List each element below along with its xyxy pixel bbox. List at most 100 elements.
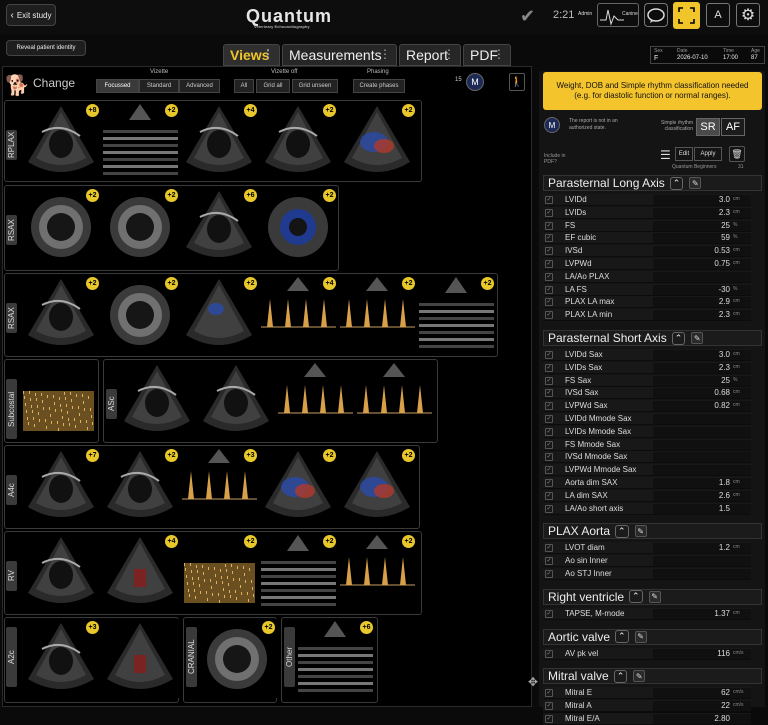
view-thumbnail[interactable]: +2: [101, 102, 180, 181]
vizette-standard[interactable]: Standard: [139, 79, 179, 93]
include-checkbox[interactable]: ✓: [545, 544, 553, 553]
view-thumbnail[interactable]: +2: [198, 619, 277, 698]
include-checkbox[interactable]: ✓: [545, 609, 553, 618]
tab-report[interactable]: Report ⋮: [399, 44, 461, 66]
measurement-row[interactable]: ✓ LVPWd Sax 0.82 cm: [543, 400, 751, 413]
measurement-row[interactable]: ✓ LVIDd 3.0 cm: [543, 194, 751, 206]
measurement-row[interactable]: ✓ LA FS -30%: [543, 283, 751, 296]
include-checkbox[interactable]: ✓: [545, 715, 553, 723]
measurement-row[interactable]: ✓ AV pk vel 116 cm/s: [543, 647, 751, 660]
tab-menu-icon[interactable]: ⋮: [379, 47, 391, 61]
view-thumbnail[interactable]: +2: [259, 102, 338, 181]
vizette-advanced[interactable]: Advanced: [179, 79, 220, 93]
measurement-row[interactable]: ✓ PLAX LA min 2.3 cm: [543, 309, 751, 322]
edit-pencil-icon[interactable]: ✎: [634, 630, 647, 643]
include-checkbox[interactable]: ✓: [545, 415, 553, 423]
tab-menu-icon[interactable]: ⋮: [443, 47, 455, 61]
measurement-row[interactable]: ✓ TAPSE, M-mode 1.37 cm: [543, 607, 751, 620]
species-toggle[interactable]: Canine: [597, 3, 639, 27]
tab-views[interactable]: Views ⋮: [223, 44, 280, 66]
translate-icon[interactable]: A: [706, 3, 730, 27]
edit-pencil-icon[interactable]: ✎: [634, 525, 647, 538]
view-thumbnail[interactable]: +4: [101, 533, 180, 612]
measurement-row[interactable]: ✓ LA dim SAX 2.6 cm: [543, 489, 751, 502]
include-checkbox[interactable]: ✓: [545, 466, 553, 475]
include-checkbox[interactable]: ✓: [545, 427, 553, 436]
view-thumbnail[interactable]: +7: [22, 447, 101, 526]
measurement-row[interactable]: ✓ Ao sin Inner: [543, 555, 751, 568]
section-header[interactable]: Aortic valve ⌃ ✎: [543, 628, 762, 645]
measurement-row[interactable]: ✓ LVOT diam 1.2 cm: [543, 542, 751, 555]
view-thumbnail[interactable]: +3: [180, 447, 259, 526]
include-checkbox[interactable]: ✓: [545, 298, 553, 307]
measurement-row[interactable]: ✓ Mitral A 22 cm/s: [543, 700, 751, 713]
settings-gear-icon[interactable]: ⚙: [736, 3, 760, 27]
view-thumbnail[interactable]: +2: [338, 275, 417, 354]
view-thumbnail[interactable]: +2: [101, 275, 180, 354]
include-checkbox[interactable]: ✓: [545, 311, 553, 320]
include-checkbox[interactable]: ✓: [545, 260, 553, 268]
include-checkbox[interactable]: ✓: [545, 491, 553, 500]
view-thumbnail[interactable]: +2: [180, 275, 259, 354]
change-species-label[interactable]: Change: [33, 76, 75, 90]
include-checkbox[interactable]: ✓: [545, 272, 553, 281]
section-header[interactable]: Parasternal Short Axis ⌃ ✎: [543, 330, 762, 346]
measurement-row[interactable]: ✓ Mitral E/A 2.80: [543, 713, 751, 725]
include-checkbox[interactable]: ✓: [545, 504, 553, 513]
trash-icon[interactable]: 🗑: [729, 146, 745, 162]
exit-study-button[interactable]: ‹ Exit study: [6, 4, 56, 26]
view-thumbnail[interactable]: +2: [417, 275, 496, 354]
include-checkbox[interactable]: ✓: [545, 702, 553, 711]
create-phases-button[interactable]: Create phases: [353, 79, 405, 93]
measurement-row[interactable]: ✓ IVSd Mmode Sax: [543, 451, 751, 464]
include-checkbox[interactable]: ✓: [545, 557, 553, 566]
edit-pencil-icon[interactable]: ✎: [689, 177, 702, 189]
include-checkbox[interactable]: ✓: [545, 221, 553, 230]
chevron-icon[interactable]: ⌃: [615, 524, 629, 538]
checkmark-icon[interactable]: ✔: [520, 6, 535, 27]
view-thumbnail[interactable]: +2: [22, 187, 101, 266]
include-checkbox[interactable]: ✓: [545, 440, 553, 449]
view-thumbnail[interactable]: [22, 533, 101, 612]
show-all-button[interactable]: All: [234, 79, 254, 93]
measurement-row[interactable]: ✓ IVSd 0.53 cm: [543, 245, 751, 258]
measurement-row[interactable]: ✓ LVPWd Mmode Sax: [543, 464, 751, 477]
view-thumbnail[interactable]: +2: [259, 447, 338, 526]
include-checkbox[interactable]: ✓: [545, 196, 553, 204]
view-thumbnail[interactable]: +2: [22, 275, 101, 354]
include-checkbox[interactable]: ✓: [545, 234, 553, 243]
include-checkbox[interactable]: ✓: [545, 285, 553, 294]
chat-button[interactable]: [644, 3, 668, 27]
view-thumbnail[interactable]: +6: [180, 187, 259, 266]
view-thumbnail[interactable]: +3: [22, 619, 101, 698]
edit-button[interactable]: Edit: [675, 147, 693, 161]
measurement-row[interactable]: ✓ LVPWd 0.75 cm: [543, 258, 751, 270]
dog-icon[interactable]: 🐕: [5, 73, 30, 98]
view-thumbnail[interactable]: +2: [338, 447, 417, 526]
filter-icon[interactable]: ☰: [660, 148, 671, 162]
view-thumbnail[interactable]: +2: [180, 533, 259, 612]
measurement-row[interactable]: ✓ EF cubic 59%: [543, 232, 751, 245]
edit-pencil-icon[interactable]: ✎: [691, 332, 704, 344]
grid-all-button[interactable]: Grid all: [256, 79, 290, 93]
include-checkbox[interactable]: ✓: [545, 570, 553, 578]
measurement-row[interactable]: ✓ Mitral E 62 cm/s: [543, 687, 751, 700]
view-thumbnail[interactable]: [101, 619, 180, 698]
measurement-row[interactable]: ✓ FS Sax 25%: [543, 374, 751, 387]
chevron-icon[interactable]: ⌃: [671, 331, 686, 345]
include-checkbox[interactable]: ✓: [545, 689, 553, 698]
view-thumbnail[interactable]: +2: [338, 102, 417, 181]
measurement-row[interactable]: ✓ LVIDd Sax 3.0 cm: [543, 349, 751, 361]
measurement-row[interactable]: ✓ PLAX LA max 2.9 cm: [543, 296, 751, 309]
measurement-row[interactable]: ✓ IVSd Sax 0.68 cm: [543, 387, 751, 400]
view-thumbnail[interactable]: +8: [22, 102, 101, 181]
view-thumbnail[interactable]: +4: [180, 102, 259, 181]
fullscreen-button[interactable]: [673, 2, 700, 29]
chevron-icon[interactable]: ⌃: [669, 176, 684, 190]
view-thumbnail[interactable]: [355, 361, 434, 440]
resize-handle-icon[interactable]: ✥: [528, 675, 538, 689]
section-header[interactable]: Right ventricle ⌃ ✎: [543, 588, 762, 605]
quantum-m-icon[interactable]: M: [466, 73, 484, 91]
measurement-row[interactable]: ✓ LVIDs Sax 2.3 cm: [543, 361, 751, 374]
include-checkbox[interactable]: ✓: [545, 649, 553, 658]
